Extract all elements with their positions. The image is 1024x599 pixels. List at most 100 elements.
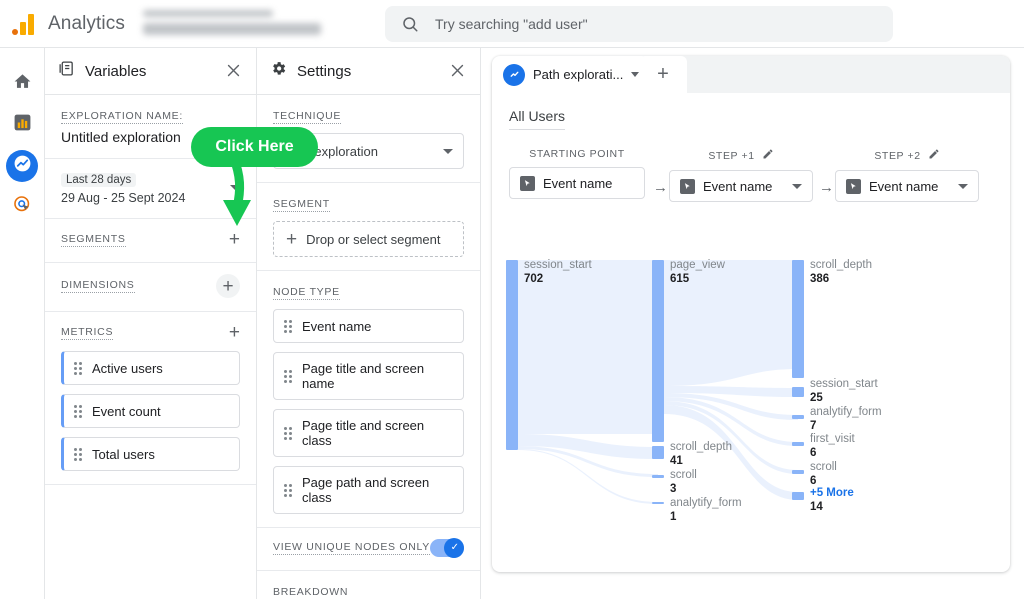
sankey-node-value: 6	[810, 447, 817, 459]
chevron-down-icon	[443, 148, 453, 154]
column-header: STARTING POINT	[529, 148, 625, 160]
sankey-node-value: 386	[810, 273, 830, 285]
edit-pencil-icon[interactable]	[762, 148, 774, 163]
date-range-text: 29 Aug - 25 Sept 2024	[61, 191, 186, 205]
property-selector[interactable]	[142, 7, 333, 41]
exploration-canvas: Path explorati... + All Users STARTING P…	[492, 56, 1010, 572]
node-cursor-icon	[846, 178, 861, 194]
nav-explore[interactable]	[6, 150, 38, 182]
step-1-select[interactable]: Event name	[669, 170, 813, 202]
search-placeholder: Try searching "add user"	[435, 16, 588, 32]
sankey-node-label: scroll	[810, 461, 837, 473]
analytics-explore-page: Analytics Try searching "add user" Varia…	[0, 0, 1024, 599]
sankey-node[interactable]	[652, 260, 664, 442]
nav-reports[interactable]	[6, 109, 38, 141]
column-header: STEP +2	[874, 149, 921, 162]
tab-label: Path explorati...	[533, 67, 624, 82]
plus-icon: +	[286, 228, 298, 250]
sankey-links	[518, 260, 798, 504]
drag-handle-icon	[284, 483, 293, 497]
node-type-chip[interactable]: Page path and screen class	[273, 466, 464, 514]
sankey-node[interactable]	[506, 260, 518, 450]
plus-icon: +	[222, 275, 234, 297]
check-icon: ✓	[450, 542, 459, 553]
node-type-chip[interactable]: Page title and screen class	[273, 409, 464, 457]
step-1-value: Event name	[703, 178, 773, 194]
metric-chip[interactable]: Active users	[61, 351, 240, 385]
drag-handle-icon	[74, 447, 83, 461]
segment-dropzone[interactable]: + Drop or select segment	[273, 221, 464, 257]
sankey-node[interactable]	[652, 475, 664, 478]
tab-path-exploration[interactable]: Path explorati...	[492, 56, 650, 93]
metric-chip[interactable]: Event count	[61, 394, 240, 428]
starting-point-select[interactable]: Event name	[509, 167, 645, 199]
sankey-node[interactable]	[652, 502, 664, 504]
sankey-node[interactable]	[792, 387, 804, 397]
metrics-section: METRICS + Active users Event count Total…	[45, 312, 256, 485]
sankey-more-link[interactable]: +5 More	[810, 487, 854, 499]
chevron-down-icon	[792, 183, 802, 189]
node-type-chip[interactable]: Event name	[273, 309, 464, 343]
sankey-node-label: analytify_form	[810, 406, 882, 418]
technique-label: TECHNIQUE	[273, 110, 342, 124]
tab-strip: Path explorati... +	[492, 56, 1010, 93]
sankey-node-label: session_start	[524, 259, 592, 271]
variables-icon	[58, 60, 75, 82]
sankey-node[interactable]	[792, 470, 804, 474]
sankey-node[interactable]	[792, 415, 804, 419]
close-icon[interactable]	[449, 62, 467, 80]
target-icon	[13, 195, 32, 219]
explore-tab-icon	[503, 63, 525, 86]
sankey-node-value: 702	[524, 273, 544, 285]
column-header: STEP +1	[708, 149, 755, 162]
step-2-select[interactable]: Event name	[835, 170, 979, 202]
settings-gear-icon	[270, 60, 287, 82]
add-tab-button[interactable]: +	[639, 56, 687, 93]
add-segment-button[interactable]: +	[229, 230, 240, 249]
left-nav-rail	[0, 48, 45, 599]
dimensions-section: DIMENSIONS +	[45, 263, 256, 312]
drag-handle-icon	[284, 426, 293, 440]
nav-home[interactable]	[6, 68, 38, 100]
sankey-node-value: 1	[670, 511, 677, 523]
column-step-2: STEP +2 Event name	[835, 148, 979, 202]
arrow-right-icon-1: →	[653, 179, 668, 196]
exploration-name-label: EXPLORATION NAME:	[61, 110, 183, 124]
sankey-node-label: page_view	[670, 259, 725, 271]
logo-bar-tall	[28, 13, 34, 35]
add-metric-button[interactable]: +	[229, 323, 240, 342]
date-chip: Last 28 days	[61, 173, 137, 187]
home-icon	[13, 72, 32, 96]
metric-chip[interactable]: Total users	[61, 437, 240, 471]
sankey-node-value: 41	[670, 455, 683, 467]
sankey-node[interactable]	[792, 260, 804, 378]
breakdown-label: BREAKDOWN	[273, 586, 349, 598]
unique-nodes-toggle[interactable]: ✓	[430, 538, 464, 558]
metric-label: Event count	[92, 403, 161, 419]
settings-header: Settings	[257, 48, 480, 95]
nav-advertising[interactable]	[6, 191, 38, 223]
close-icon[interactable]	[225, 62, 243, 80]
sankey-node[interactable]	[792, 492, 804, 500]
drag-handle-icon	[74, 404, 83, 418]
node-type-label-text: Page title and screen name	[302, 361, 425, 391]
segments-label: SEGMENTS	[61, 232, 126, 247]
logo-dot	[12, 28, 18, 35]
bar-chart-icon	[13, 113, 32, 137]
breakdown-section: BREAKDOWN + Drop or select dimension	[257, 571, 480, 599]
sankey-node-value: 25	[810, 392, 823, 404]
add-dimension-button[interactable]: +	[216, 274, 240, 298]
sankey-node[interactable]	[792, 442, 804, 446]
chevron-down-icon	[958, 183, 968, 189]
search-bar[interactable]: Try searching "add user"	[385, 6, 893, 42]
brand-name: Analytics	[48, 12, 125, 34]
sankey-node[interactable]	[652, 446, 664, 459]
sankey-node-value: 7	[810, 420, 817, 432]
node-type-chip[interactable]: Page title and screen name	[273, 352, 464, 400]
node-type-label-text: Event name	[302, 318, 372, 334]
step-selectors: STARTING POINT Event name → STEP +1 Even…	[492, 148, 1010, 206]
node-type-label: NODE TYPE	[273, 286, 340, 300]
edit-pencil-icon[interactable]	[928, 148, 940, 163]
starting-point-value: Event name	[543, 175, 613, 191]
sankey-node-value: 615	[670, 273, 690, 285]
